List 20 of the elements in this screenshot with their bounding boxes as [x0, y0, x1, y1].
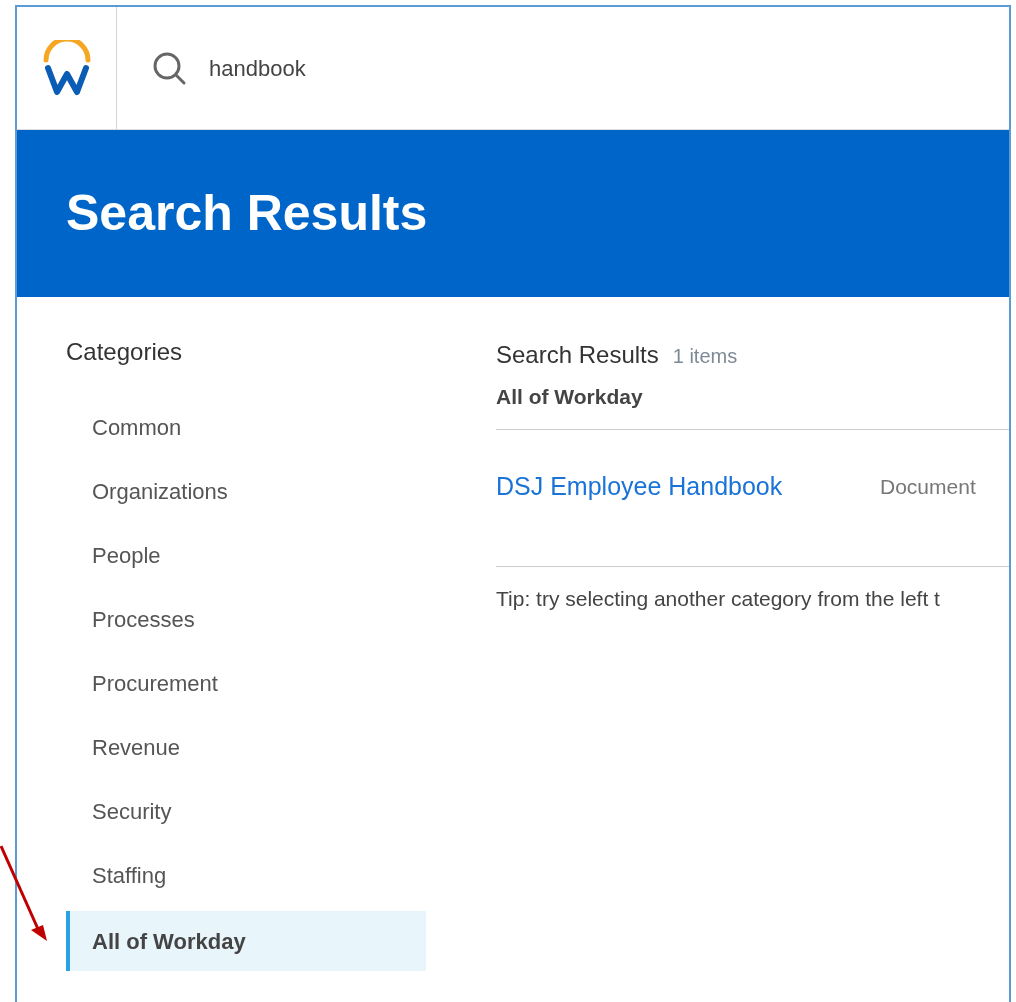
- result-type: Document: [880, 473, 976, 500]
- category-item[interactable]: Processes: [66, 587, 426, 651]
- category-item[interactable]: Staffing: [66, 843, 426, 907]
- categories-heading: Categories: [66, 337, 184, 367]
- search-icon[interactable]: [151, 50, 187, 86]
- category-label: All of Workday: [496, 384, 644, 410]
- tip-text: Tip: try selecting another category from the left t: [496, 585, 941, 612]
- page-title: Search Results: [66, 184, 428, 243]
- logo-icon: [41, 40, 92, 96]
- category-item[interactable]: People: [66, 523, 426, 587]
- category-item[interactable]: All of Workday: [66, 911, 426, 971]
- result-link[interactable]: DSJ Employee Handbook: [496, 467, 880, 506]
- category-item[interactable]: Organizations: [66, 459, 426, 523]
- category-item[interactable]: Procurement: [66, 651, 426, 715]
- category-item[interactable]: Security: [66, 779, 426, 843]
- item-count: 1 items: [672, 344, 738, 369]
- category-item[interactable]: Revenue: [66, 715, 426, 779]
- results-heading: Search Results: [496, 340, 659, 370]
- search-field[interactable]: handbook: [209, 51, 709, 85]
- category-item[interactable]: Common: [66, 395, 426, 459]
